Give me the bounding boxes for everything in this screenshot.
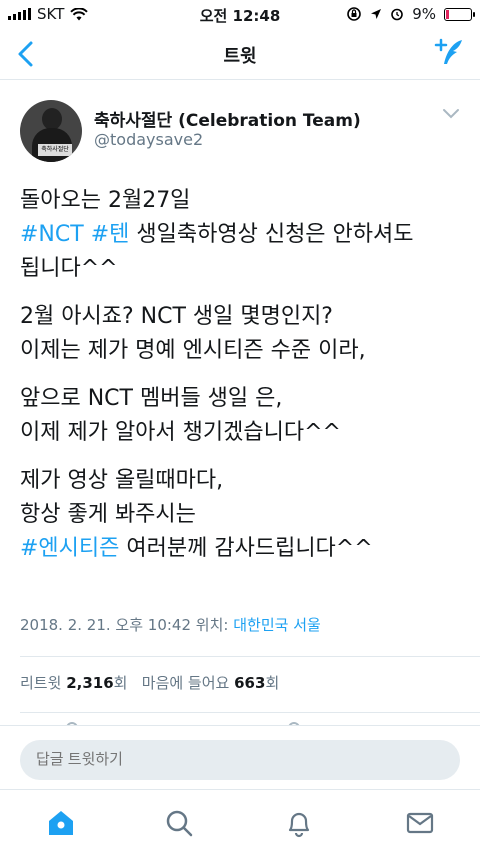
location-arrow-icon (371, 9, 382, 19)
divider (20, 656, 480, 657)
search-icon[interactable] (164, 808, 194, 838)
divider (20, 712, 480, 713)
location-link[interactable]: 대한민국 서울 (233, 616, 321, 634)
battery-percent: 9% (412, 5, 436, 23)
nav-bar: 트윗 (0, 28, 480, 80)
like-unit: 회 (265, 674, 280, 692)
tweet-line: 항상 좋게 봐주시는 (20, 502, 196, 527)
hashtag-link[interactable]: #엔시티즌 (20, 536, 119, 561)
hashtag-link[interactable]: #텐 (91, 222, 130, 247)
retweet-unit: 회 (113, 674, 128, 692)
tweet-line: 제가 영상 올릴때마다, (20, 468, 224, 493)
author-handle[interactable]: @todaysave2 (94, 130, 203, 149)
tweet-author: 축하사절단 축하사절단 (Celebration Team) @todaysav… (20, 100, 460, 170)
status-bar: SKT 오전 12:48 9% (0, 0, 480, 28)
home-icon[interactable] (46, 808, 76, 838)
reply-input[interactable] (20, 740, 460, 780)
author-name[interactable]: 축하사절단 (Celebration Team) (94, 106, 361, 131)
hashtag-link[interactable]: #NCT (20, 222, 84, 247)
tweet-paragraph: 제가 영상 올릴때마다, 항상 좋게 봐주시는 #엔시티즌 여러분께 감사드립니… (20, 464, 460, 566)
avatar-sign: 축하사절단 (38, 144, 72, 156)
tweet-text: 돌아오는 2월27일 #NCT #텐 생일축하영상 신청은 안하셔도 됩니다^^… (20, 184, 460, 580)
tweet-line: 이제는 제가 명예 엔시티즌 수준 이라, (20, 338, 366, 363)
tab-bar (0, 789, 480, 854)
chevron-down-icon[interactable] (442, 106, 460, 120)
notifications-icon[interactable] (284, 808, 314, 838)
reply-bar (0, 725, 480, 789)
tweet-meta: 2018. 2. 21. 오후 10:42 위치: 대한민국 서울 (20, 614, 460, 635)
compose-tweet-icon[interactable] (432, 36, 468, 72)
tweet-line-text: 생일축하영상 신청은 안하셔도 (136, 222, 414, 247)
messages-icon[interactable] (405, 808, 435, 838)
page-title: 트윗 (223, 46, 257, 67)
retweet-stat[interactable]: 리트윗 2,316회 (20, 674, 127, 692)
location-label: 위치: (195, 616, 229, 634)
like-label: 마음에 들어요 (141, 674, 230, 692)
tweet-line: 됩니다^^ (20, 256, 118, 281)
tweet-line: #NCT #텐 생일축하영상 신청은 안하셔도 (20, 218, 460, 252)
retweet-count: 2,316 (66, 674, 114, 692)
status-right: 9% (346, 5, 475, 23)
like-count: 663 (234, 674, 266, 692)
tweet-line: 앞으로 NCT 멤버들 생일 은, (20, 386, 283, 411)
tweet-line: #엔시티즌 여러분께 감사드립니다^^ (20, 532, 460, 566)
like-stat[interactable]: 마음에 들어요 663회 (142, 674, 279, 692)
tweet-timestamp: 2018. 2. 21. 오후 10:42 (20, 616, 192, 634)
tweet-stats: 리트윗 2,316회 마음에 들어요 663회 (20, 672, 279, 693)
retweet-label: 리트윗 (20, 674, 62, 692)
alarm-icon (391, 8, 404, 21)
tweet-paragraph: 앞으로 NCT 멤버들 생일 은, 이제 제가 알아서 챙기겠습니다^^ (20, 382, 460, 450)
avatar[interactable]: 축하사절단 (20, 100, 82, 162)
tweet-line-text: 여러분께 감사드립니다^^ (126, 536, 373, 561)
battery-icon (444, 7, 475, 21)
tweet-paragraph: 2월 아시죠? NCT 생일 몇명인지? 이제는 제가 명예 엔시티즌 수준 이… (20, 300, 460, 368)
tweet-paragraph: 돌아오는 2월27일 #NCT #텐 생일축하영상 신청은 안하셔도 됩니다^^ (20, 184, 460, 286)
tweet-line: 이제 제가 알아서 챙기겠습니다^^ (20, 420, 341, 445)
tweet-line: 2월 아시죠? NCT 생일 몇명인지? (20, 304, 333, 329)
rotation-lock-icon (347, 7, 362, 21)
tweet-line: 돌아오는 2월27일 (20, 188, 191, 213)
